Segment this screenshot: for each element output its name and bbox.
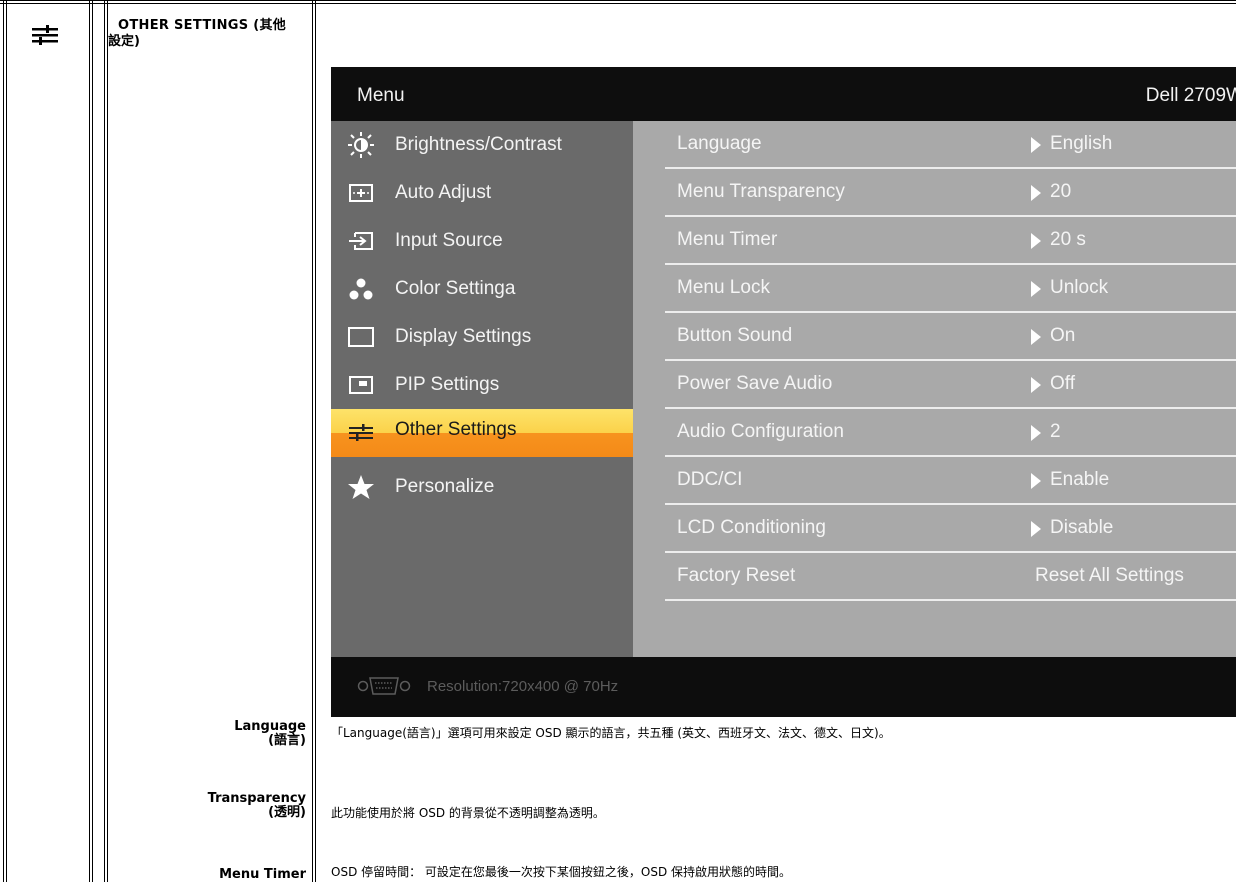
table-divider-1-inner bbox=[92, 0, 93, 882]
osd-option-name: Power Save Audio bbox=[677, 373, 833, 394]
star-icon bbox=[348, 475, 374, 499]
osd-menu-item-pip-settings[interactable]: PIP Settings bbox=[331, 361, 633, 409]
osd-option-name: Language bbox=[677, 133, 762, 154]
osd-option-divider bbox=[665, 599, 1236, 601]
auto-adjust-icon bbox=[349, 184, 373, 202]
row-label-line1: Transparency bbox=[207, 791, 306, 806]
triangle-right-icon bbox=[1031, 281, 1041, 297]
osd-menu-item-label: Other Settings bbox=[395, 419, 517, 440]
osd-option-value: 20 bbox=[1050, 181, 1072, 202]
osd-menu-item-display-settings[interactable]: Display Settings bbox=[331, 313, 633, 361]
brightness-icon bbox=[348, 132, 374, 158]
osd-option-name: Menu Lock bbox=[677, 277, 770, 298]
section-title-line2: 設定) bbox=[108, 34, 140, 49]
triangle-right-icon bbox=[1031, 473, 1041, 489]
osd-option-name: Button Sound bbox=[677, 325, 793, 346]
osd-model-name: Dell 2709W bbox=[1145, 85, 1236, 106]
osd-menu-item-other-settings[interactable]: Other Settings bbox=[331, 409, 633, 457]
table-divider-1 bbox=[89, 0, 90, 882]
section-title: OTHER SETTINGS (其他 設定) bbox=[108, 18, 308, 50]
osd-menu-item-label: Personalize bbox=[395, 476, 495, 497]
row-desc-menu-timer: OSD 停留時間： 可設定在您最後一次按下某個按鈕之後，OSD 保持啟用狀態的時… bbox=[331, 865, 792, 879]
page: OTHER SETTINGS (其他 設定) Menu Dell 2709W B… bbox=[0, 0, 1236, 882]
osd-option-lcd-conditioning[interactable]: LCD Conditioning Disable bbox=[633, 505, 1236, 553]
osd-menu-item-label: Brightness/Contrast bbox=[395, 134, 562, 155]
osd-option-name: Audio Configuration bbox=[677, 421, 844, 442]
osd-option-name: DDC/CI bbox=[677, 469, 743, 490]
row-desc-transparency: 此功能使用於將 OSD 的背景從不透明調整為透明。 bbox=[331, 806, 605, 820]
osd-menu-item-label: Color Settinga bbox=[395, 278, 516, 299]
display-settings-icon bbox=[348, 327, 374, 347]
osd-option-factory-reset[interactable]: Factory Reset Reset All Settings bbox=[633, 553, 1236, 601]
vga-connector-icon bbox=[357, 677, 411, 695]
table-border-top-inner bbox=[0, 3, 1236, 4]
section-title-line1: OTHER SETTINGS (其他 bbox=[118, 18, 287, 33]
other-settings-icon bbox=[349, 424, 373, 441]
osd-menu-item-label: PIP Settings bbox=[395, 374, 500, 395]
row-label-line2: (透明) bbox=[268, 805, 306, 820]
osd-option-value: Enable bbox=[1050, 469, 1110, 490]
osd-option-value: Disable bbox=[1050, 517, 1114, 538]
osd-option-name: Menu Timer bbox=[677, 229, 778, 250]
table-divider-2 bbox=[104, 0, 105, 882]
table-border-top bbox=[0, 0, 1236, 1]
row-desc-language: 「Language(語言)」選項可用來設定 OSD 顯示的語言，共五種 (英文、… bbox=[331, 726, 891, 740]
osd-menu-item-input-source[interactable]: Input Source bbox=[331, 217, 633, 265]
osd-option-value: English bbox=[1050, 133, 1113, 154]
osd-option-ddc-ci[interactable]: DDC/CI Enable bbox=[633, 457, 1236, 505]
osd-option-menu-transparency[interactable]: Menu Transparency 20 bbox=[633, 169, 1236, 217]
triangle-right-icon bbox=[1031, 329, 1041, 345]
osd-option-audio-configuration[interactable]: Audio Configuration 2 bbox=[633, 409, 1236, 457]
osd-footer: Resolution:720x400 @ 70Hz bbox=[331, 657, 1236, 717]
osd-option-name: Menu Transparency bbox=[677, 181, 845, 202]
osd-menu-item-auto-adjust[interactable]: Auto Adjust bbox=[331, 169, 633, 217]
table-divider-3 bbox=[312, 0, 313, 882]
table-divider-2-inner bbox=[107, 0, 108, 882]
row-label-transparency: Transparency (透明) bbox=[208, 792, 306, 820]
osd-menu-title: Menu bbox=[357, 85, 405, 106]
osd-resolution-text: Resolution:720x400 @ 70Hz bbox=[427, 678, 619, 695]
table-border-left-inner bbox=[6, 0, 7, 882]
osd-menu-item-color-settings[interactable]: Color Settinga bbox=[331, 265, 633, 313]
row-label-line1: Menu Timer bbox=[219, 867, 306, 882]
color-settings-icon bbox=[349, 278, 373, 300]
osd-option-value: Off bbox=[1050, 373, 1075, 394]
osd-option-value: Reset All Settings bbox=[1035, 565, 1184, 586]
triangle-right-icon bbox=[1031, 137, 1041, 153]
osd-header: Menu Dell 2709W bbox=[331, 67, 1236, 121]
osd-option-menu-lock[interactable]: Menu Lock Unlock bbox=[633, 265, 1236, 313]
table-border-left bbox=[3, 0, 4, 882]
osd-option-value: 20 s bbox=[1050, 229, 1086, 250]
osd-option-value: Unlock bbox=[1050, 277, 1109, 298]
triangle-right-icon bbox=[1031, 377, 1041, 393]
osd-option-menu-timer[interactable]: Menu Timer 20 s bbox=[633, 217, 1236, 265]
triangle-right-icon bbox=[1031, 425, 1041, 441]
osd-option-value: 2 bbox=[1050, 421, 1061, 442]
osd-menu-item-label: Input Source bbox=[395, 230, 503, 251]
osd-option-power-save-audio[interactable]: Power Save Audio Off bbox=[633, 361, 1236, 409]
triangle-right-icon bbox=[1031, 185, 1041, 201]
osd-option-language[interactable]: Language English bbox=[633, 121, 1236, 169]
osd-menu-item-label: Display Settings bbox=[395, 326, 532, 347]
other-settings-icon bbox=[32, 25, 58, 45]
osd-menu-item-personalize[interactable]: Personalize bbox=[331, 463, 633, 511]
osd-menu-item-label: Auto Adjust bbox=[395, 182, 492, 203]
input-source-icon bbox=[349, 232, 373, 250]
osd-menu-item-brightness-contrast[interactable]: Brightness/Contrast bbox=[331, 121, 633, 169]
row-label-menu-timer: Menu Timer bbox=[219, 868, 306, 882]
table-divider-3-inner bbox=[315, 0, 316, 882]
triangle-right-icon bbox=[1031, 233, 1041, 249]
triangle-right-icon bbox=[1031, 521, 1041, 537]
osd-option-button-sound[interactable]: Button Sound On bbox=[633, 313, 1236, 361]
osd-option-name: Factory Reset bbox=[677, 565, 796, 586]
row-label-line1: Language bbox=[234, 719, 306, 734]
pip-settings-icon bbox=[349, 376, 373, 394]
osd-screenshot: Menu Dell 2709W Brightness/Contrast Auto… bbox=[331, 67, 1236, 717]
row-label-line2: (語言) bbox=[268, 733, 306, 748]
row-label-language: Language (語言) bbox=[234, 720, 306, 748]
osd-option-name: LCD Conditioning bbox=[677, 517, 826, 538]
osd-option-value: On bbox=[1050, 325, 1076, 346]
